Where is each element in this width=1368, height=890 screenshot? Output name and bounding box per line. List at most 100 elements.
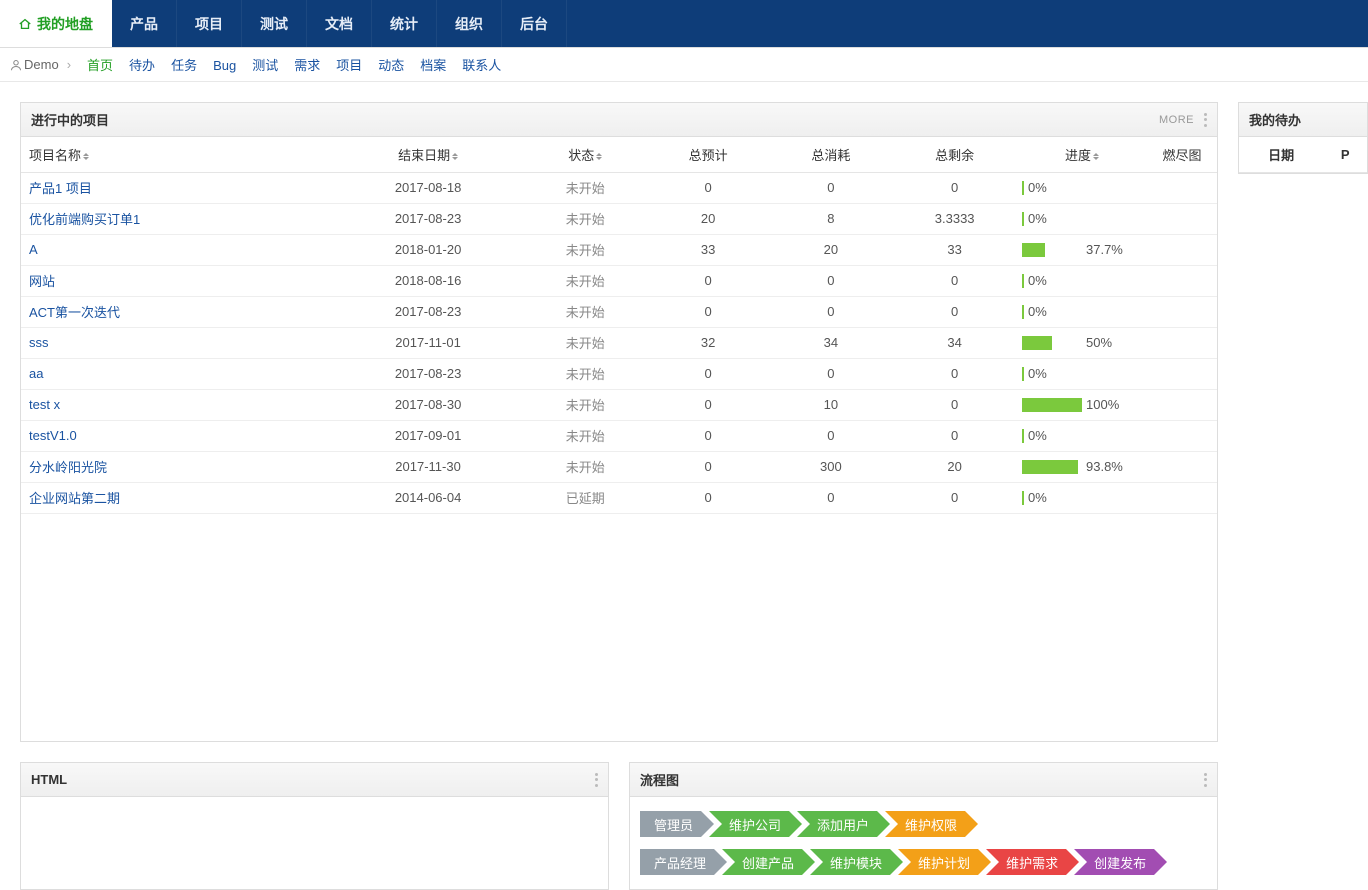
cell-est: 32	[647, 327, 770, 358]
submenu-item[interactable]: 需求	[286, 58, 328, 73]
table-row[interactable]: testV1.02017-09-01未开始0000%	[21, 420, 1217, 451]
cell-progress: 0%	[1017, 265, 1147, 296]
more-options-icon[interactable]	[1204, 773, 1207, 787]
cell-left: 20	[892, 451, 1017, 482]
project-link[interactable]: 分水岭阳光院	[29, 460, 107, 475]
table-row[interactable]: 优化前端购买订单12017-08-23未开始2083.33330%	[21, 203, 1217, 234]
flowchart-panel: 流程图 管理员维护公司添加用户维护权限产品经理创建产品维护模块维护计划维护需求创…	[629, 762, 1218, 890]
nav-tab[interactable]: 文档	[307, 0, 372, 47]
project-link[interactable]: 产品1 项目	[29, 181, 92, 196]
project-link[interactable]: A	[29, 242, 38, 257]
more-options-icon[interactable]	[595, 773, 598, 787]
flow-step[interactable]: 维护模块	[810, 849, 890, 875]
project-link[interactable]: sss	[29, 335, 49, 350]
user-icon	[10, 59, 22, 71]
project-link[interactable]: aa	[29, 366, 43, 381]
cell-progress: 50%	[1017, 327, 1147, 358]
nav-tab[interactable]: 后台	[502, 0, 567, 47]
todo-col-p[interactable]: P	[1323, 137, 1367, 172]
flow-step[interactable]: 管理员	[640, 811, 701, 837]
flow-step[interactable]: 产品经理	[640, 849, 714, 875]
project-link[interactable]: testV1.0	[29, 428, 77, 443]
nav-tab[interactable]: 统计	[372, 0, 437, 47]
col-status[interactable]: 状态	[524, 137, 647, 172]
col-end[interactable]: 结束日期	[332, 137, 524, 172]
cell-status: 未开始	[524, 389, 647, 420]
project-link[interactable]: ACT第一次迭代	[29, 305, 120, 320]
cell-left: 33	[892, 234, 1017, 265]
table-row[interactable]: 产品1 项目2017-08-18未开始0000%	[21, 172, 1217, 203]
submenu-item[interactable]: Bug	[205, 58, 244, 73]
cell-burndown	[1147, 172, 1217, 203]
table-row[interactable]: 网站2018-08-16未开始0000%	[21, 265, 1217, 296]
more-options-icon[interactable]	[1204, 113, 1207, 127]
nav-tab[interactable]: 组织	[437, 0, 502, 47]
table-row[interactable]: aa2017-08-23未开始0000%	[21, 358, 1217, 389]
table-row[interactable]: sss2017-11-01未开始32343450%	[21, 327, 1217, 358]
cell-left: 0	[892, 358, 1017, 389]
cell-progress: 100%	[1017, 389, 1147, 420]
projects-more-link[interactable]: MORE	[1159, 114, 1194, 126]
cell-est: 0	[647, 265, 770, 296]
flow-step[interactable]: 维护计划	[898, 849, 978, 875]
project-link[interactable]: 网站	[29, 274, 55, 289]
table-row[interactable]: 企业网站第二期2014-06-04已延期0000%	[21, 482, 1217, 513]
nav-tab[interactable]: 测试	[242, 0, 307, 47]
col-name[interactable]: 项目名称	[21, 137, 332, 172]
project-link[interactable]: 企业网站第二期	[29, 491, 120, 506]
submenu-item[interactable]: 测试	[244, 58, 286, 73]
submenu-item[interactable]: 动态	[370, 58, 412, 73]
col-cost[interactable]: 总消耗	[770, 137, 893, 172]
col-burndown[interactable]: 燃尽图	[1147, 137, 1217, 172]
nav-tab[interactable]: 我的地盘	[0, 0, 112, 47]
cell-est: 0	[647, 451, 770, 482]
table-row[interactable]: A2018-01-20未开始33203337.7%	[21, 234, 1217, 265]
cell-burndown	[1147, 420, 1217, 451]
cell-status: 未开始	[524, 420, 647, 451]
cell-burndown	[1147, 203, 1217, 234]
cell-end: 2018-08-16	[332, 265, 524, 296]
cell-cost: 20	[770, 234, 893, 265]
flow-step[interactable]: 创建发布	[1074, 849, 1154, 875]
cell-end: 2014-06-04	[332, 482, 524, 513]
table-row[interactable]: ACT第一次迭代2017-08-23未开始0000%	[21, 296, 1217, 327]
flow-step[interactable]: 维护权限	[885, 811, 965, 837]
submenu-item[interactable]: 项目	[328, 58, 370, 73]
cell-est: 0	[647, 358, 770, 389]
table-row[interactable]: 分水岭阳光院2017-11-30未开始03002093.8%	[21, 451, 1217, 482]
col-left[interactable]: 总剩余	[892, 137, 1017, 172]
project-link[interactable]: 优化前端购买订单1	[29, 212, 140, 227]
flow-step[interactable]: 维护需求	[986, 849, 1066, 875]
todo-col-date[interactable]: 日期	[1239, 137, 1323, 172]
flow-step[interactable]: 维护公司	[709, 811, 789, 837]
cell-est: 0	[647, 389, 770, 420]
cell-est: 0	[647, 172, 770, 203]
flow-step[interactable]: 创建产品	[722, 849, 802, 875]
projects-panel: 进行中的项目 MORE 项目名称 结束日期 状态 总预计 总消耗 总剩余 进度 …	[20, 102, 1218, 742]
current-user[interactable]: Demo	[24, 57, 59, 72]
nav-tab[interactable]: 项目	[177, 0, 242, 47]
projects-panel-title: 进行中的项目	[31, 110, 109, 129]
cell-left: 3.3333	[892, 203, 1017, 234]
submenu-item[interactable]: 任务	[163, 58, 205, 73]
col-est[interactable]: 总预计	[647, 137, 770, 172]
cell-status: 未开始	[524, 172, 647, 203]
cell-burndown	[1147, 451, 1217, 482]
cell-burndown	[1147, 296, 1217, 327]
cell-progress: 0%	[1017, 203, 1147, 234]
submenu-item[interactable]: 联系人	[454, 58, 509, 73]
col-progress[interactable]: 进度	[1017, 137, 1147, 172]
submenu-item[interactable]: 待办	[121, 58, 163, 73]
submenu-item[interactable]: 档案	[412, 58, 454, 73]
table-row[interactable]: test x2017-08-30未开始0100100%	[21, 389, 1217, 420]
cell-cost: 300	[770, 451, 893, 482]
project-link[interactable]: test x	[29, 397, 60, 412]
cell-progress: 93.8%	[1017, 451, 1147, 482]
flow-step[interactable]: 添加用户	[797, 811, 877, 837]
projects-table: 项目名称 结束日期 状态 总预计 总消耗 总剩余 进度 燃尽图 产品1 项目20…	[21, 137, 1217, 514]
flowchart-panel-title: 流程图	[640, 770, 679, 789]
cell-status: 未开始	[524, 358, 647, 389]
nav-tab[interactable]: 产品	[112, 0, 177, 47]
submenu-item[interactable]: 首页	[79, 58, 121, 73]
cell-burndown	[1147, 265, 1217, 296]
